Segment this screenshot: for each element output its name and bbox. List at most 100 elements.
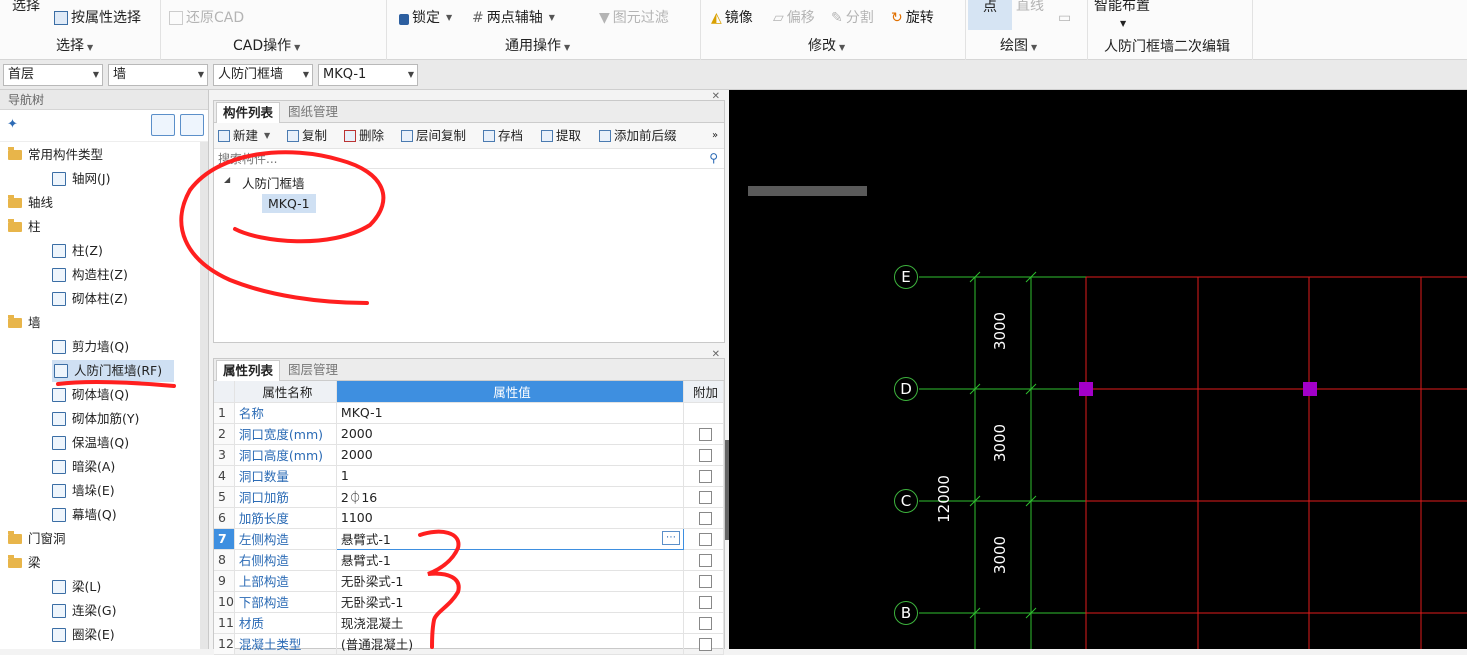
extra-checkbox[interactable]	[699, 512, 712, 525]
property-value[interactable]: 2000	[336, 444, 685, 466]
nav-item[interactable]: 砌体加筋(Y)	[52, 408, 139, 430]
extra-checkbox[interactable]	[699, 638, 712, 651]
nav-item[interactable]: 暗梁(A)	[52, 456, 115, 478]
extra-checkbox[interactable]	[699, 449, 712, 462]
search-icon[interactable]: ⚲	[709, 151, 718, 165]
search-input[interactable]	[214, 149, 694, 168]
table-row[interactable]: 6 加筋长度 1100	[214, 507, 724, 529]
nav-item[interactable]: 轴网(J)	[52, 168, 110, 190]
nav-item[interactable]: 梁(L)	[52, 576, 101, 598]
extra-checkbox[interactable]	[699, 428, 712, 441]
tab-component-list[interactable]: 构件列表	[216, 102, 281, 123]
group-title-cad[interactable]: CAD操作 ▼	[233, 36, 300, 56]
restore-cad-button[interactable]: 还原CAD	[169, 8, 244, 28]
nav-item[interactable]: 柱(Z)	[52, 240, 103, 262]
group-title-select[interactable]: 选择 ▼	[56, 36, 93, 56]
table-row[interactable]: 3 洞口高度(mm) 2000	[214, 444, 724, 466]
extra-checkbox[interactable]	[699, 470, 712, 483]
extra-checkbox[interactable]	[699, 491, 712, 504]
nav-item[interactable]: 砌体柱(Z)	[52, 288, 128, 310]
nav-item[interactable]: 门窗洞	[8, 528, 66, 550]
nav-item[interactable]: 墙	[8, 312, 41, 334]
nav-item[interactable]: 梁	[8, 552, 41, 574]
tree-root-label[interactable]: 人防门框墙	[242, 173, 305, 192]
table-row[interactable]: 2 洞口宽度(mm) 2000	[214, 423, 724, 445]
select-by-property-button[interactable]: 按属性选择	[54, 8, 141, 28]
offset-button[interactable]: ▱ 偏移	[773, 8, 815, 28]
table-row[interactable]: 9 上部构造 无卧梁式-1	[214, 570, 724, 592]
rect-button[interactable]: ▭	[1058, 8, 1071, 28]
table-row[interactable]: 7 左侧构造 悬臂式-1 ⋯	[214, 527, 724, 550]
property-value[interactable]: 2⏀16	[336, 486, 685, 508]
table-row[interactable]: 4 洞口数量 1	[214, 465, 724, 487]
property-value[interactable]: 2000	[336, 423, 685, 445]
extra-checkbox[interactable]	[699, 617, 712, 630]
archive-button[interactable]: 存档	[483, 127, 523, 145]
table-row[interactable]: 10 下部构造 无卧梁式-1	[214, 591, 724, 613]
property-value[interactable]: 悬臂式-1	[336, 549, 685, 571]
group-title-modify[interactable]: 修改 ▼	[808, 36, 845, 56]
nav-item[interactable]: 保温墙(Q)	[52, 432, 129, 454]
new-button[interactable]: 新建 ▼	[218, 127, 270, 145]
list-view-icon[interactable]	[151, 114, 175, 136]
group-title-common[interactable]: 通用操作 ▼	[505, 36, 570, 56]
detail-view-icon[interactable]	[180, 114, 204, 136]
split-button[interactable]: ✎ 分割	[831, 8, 874, 28]
nav-item[interactable]: 墙垛(E)	[52, 480, 115, 502]
property-value[interactable]: 1	[336, 465, 685, 487]
cad-canvas[interactable]: E D C B 3000 3000 3000 12000	[729, 90, 1467, 649]
component-search[interactable]: ⚲	[214, 149, 724, 169]
tab-property-list[interactable]: 属性列表	[216, 360, 281, 381]
nav-scrollbar[interactable]	[200, 142, 208, 649]
property-value[interactable]: 无卧梁式-1	[336, 570, 685, 592]
two-point-axis-button[interactable]: # 两点辅轴 ▼	[472, 8, 555, 28]
more-options-icon[interactable]: ⋯	[662, 530, 680, 545]
select-button[interactable]: 选择	[12, 0, 40, 16]
property-value[interactable]: (普通混凝土)	[336, 633, 685, 655]
smart-layout-caret[interactable]: ▼	[1120, 14, 1126, 34]
sparkle-icon[interactable]: ✦	[7, 117, 18, 132]
nav-item[interactable]: 人防门框墙(RF)	[52, 360, 175, 382]
extra-checkbox[interactable]	[699, 575, 712, 588]
tree-collapse-icon[interactable]: ◢	[224, 175, 230, 184]
extra-checkbox[interactable]	[699, 533, 712, 546]
delete-button[interactable]: 删除	[344, 127, 384, 145]
nav-item[interactable]: 剪力墙(Q)	[52, 336, 129, 358]
nav-item[interactable]: 轴线	[8, 192, 53, 214]
type-select[interactable]: 人防门框墙 ▼	[213, 64, 313, 86]
table-row[interactable]: 12 混凝土类型 (普通混凝土)	[214, 633, 724, 655]
nav-item[interactable]: 圈梁(E)	[52, 624, 115, 646]
floor-copy-button[interactable]: 层间复制	[401, 127, 466, 145]
add-prefix-suffix-button[interactable]: 添加前后缀	[599, 127, 677, 145]
node-marker[interactable]	[1079, 382, 1093, 396]
nav-item[interactable]: 柱	[8, 216, 41, 238]
table-row[interactable]: 8 右侧构造 悬臂式-1	[214, 549, 724, 571]
rotate-button[interactable]: ↻ 旋转	[891, 8, 934, 28]
lock-button[interactable]: 锁定 ▼	[399, 8, 452, 28]
line-button[interactable]: 直线	[1016, 0, 1044, 16]
nav-item[interactable]: 连梁(G)	[52, 600, 116, 622]
table-row[interactable]: 5 洞口加筋 2⏀16	[214, 486, 724, 508]
tree-child-mkq1[interactable]: MKQ-1	[262, 194, 316, 213]
table-row[interactable]: 11 材质 现浇混凝土	[214, 612, 724, 634]
filter-elements-button[interactable]: ▼ 图元过滤	[599, 8, 669, 28]
copy-button[interactable]: 复制	[287, 127, 327, 145]
extra-checkbox[interactable]	[699, 596, 712, 609]
nav-item[interactable]: 常用构件类型	[8, 144, 103, 166]
tab-layer-manage[interactable]: 图层管理	[282, 360, 344, 381]
property-value[interactable]: 无卧梁式-1	[336, 591, 685, 613]
nav-item[interactable]: 构造柱(Z)	[52, 264, 128, 286]
category-select[interactable]: 墙 ▼	[108, 64, 208, 86]
more-chevron-icon[interactable]: »	[712, 127, 718, 145]
property-value[interactable]: 现浇混凝土	[336, 612, 685, 634]
component-select[interactable]: MKQ-1 ▼	[318, 64, 418, 86]
property-value[interactable]: 悬臂式-1 ⋯	[335, 527, 685, 550]
tab-drawing-manage[interactable]: 图纸管理	[282, 102, 344, 123]
group-title-draw[interactable]: 绘图 ▼	[1000, 36, 1037, 56]
extra-checkbox[interactable]	[699, 554, 712, 567]
mirror-button[interactable]: ◭ 镜像	[711, 8, 753, 28]
point-button[interactable]: 点	[968, 0, 1012, 30]
floor-select[interactable]: 首层 ▼	[3, 64, 103, 86]
extract-button[interactable]: 提取	[541, 127, 581, 145]
node-marker[interactable]	[1303, 382, 1317, 396]
